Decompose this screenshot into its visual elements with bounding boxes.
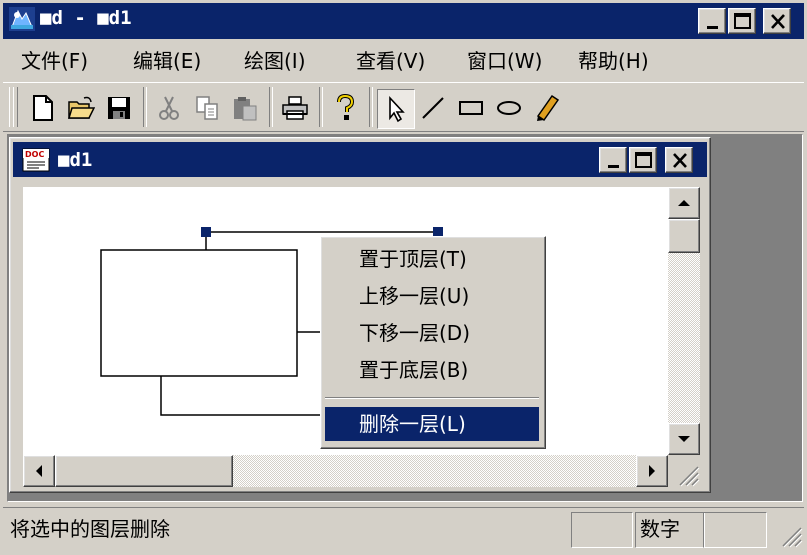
status-panel-empty [703,512,767,548]
scroll-left-button[interactable] [23,455,55,487]
document-minimize-button[interactable] [599,147,627,173]
menu-separator [325,397,539,399]
toolbar-separator [319,87,323,127]
ellipse-tool-icon[interactable] [491,89,527,127]
toolbar-separator [369,87,373,127]
horizontal-scroll-thumb[interactable] [55,455,233,487]
cut-icon[interactable] [151,89,187,127]
document-maximize-button[interactable] [629,147,657,173]
line-tool-icon[interactable] [415,89,451,127]
window-title: ■d - ■d1 [40,7,132,29]
size-grip[interactable] [668,455,700,487]
status-message: 将选中的图层删除 [10,517,170,541]
toolbar-separator [269,87,273,127]
document-close-button[interactable] [665,147,693,173]
pencil-tool-icon[interactable] [529,89,565,127]
menu-help[interactable]: 帮助(H) [574,47,653,75]
toolbar-separator [143,87,147,127]
menu-edit[interactable]: 编辑(E) [129,47,205,75]
app-icon[interactable] [8,5,36,33]
front-rectangle-shape [100,249,298,377]
close-button[interactable] [763,8,791,34]
save-icon[interactable] [101,89,137,127]
menu-item-bring-forward[interactable]: 上移一层(U) [325,279,539,313]
toolbar-grip-2[interactable] [13,87,18,127]
rectangle-tool-icon[interactable] [453,89,489,127]
context-menu: 置于顶层(T) 上移一层(U) 下移一层(D) 置于底层(B) 删除一层(L) [320,236,546,449]
menu-bar: 文件(F) 编辑(E) 绘图(I) 查看(V) 窗口(W) 帮助(H) [3,43,804,79]
document-icon[interactable]: DOC [21,146,55,174]
help-icon[interactable] [327,89,363,127]
print-icon[interactable] [277,89,313,127]
paste-icon[interactable] [227,89,263,127]
menu-file[interactable]: 文件(F) [17,47,92,75]
copy-icon[interactable] [189,89,225,127]
document-title: ■d1 [58,149,93,171]
scroll-right-button[interactable] [636,455,668,487]
svg-text:DOC: DOC [25,150,44,159]
menu-draw[interactable]: 绘图(I) [240,47,310,75]
maximize-button[interactable] [728,8,756,34]
scroll-down-button[interactable] [668,423,700,455]
menu-item-send-to-back[interactable]: 置于底层(B) [325,353,539,387]
open-icon[interactable] [63,89,99,127]
menu-window[interactable]: 窗口(W) [463,47,546,75]
toolbar [3,82,804,132]
vertical-scroll-thumb[interactable] [668,219,700,253]
menu-item-delete-layer[interactable]: 删除一层(L) [325,407,539,441]
scroll-up-button[interactable] [668,187,700,219]
selection-handle [201,227,211,237]
status-num-indicator: 数字 [635,512,705,548]
menu-item-send-backward[interactable]: 下移一层(D) [325,316,539,350]
status-size-grip[interactable] [773,514,803,548]
menu-item-bring-to-front[interactable]: 置于顶层(T) [325,242,539,276]
status-panel-empty [571,512,633,548]
new-icon[interactable] [25,89,61,127]
select-arrow-icon[interactable] [377,89,415,129]
menu-view[interactable]: 查看(V) [352,47,429,75]
minimize-button[interactable] [698,8,726,34]
